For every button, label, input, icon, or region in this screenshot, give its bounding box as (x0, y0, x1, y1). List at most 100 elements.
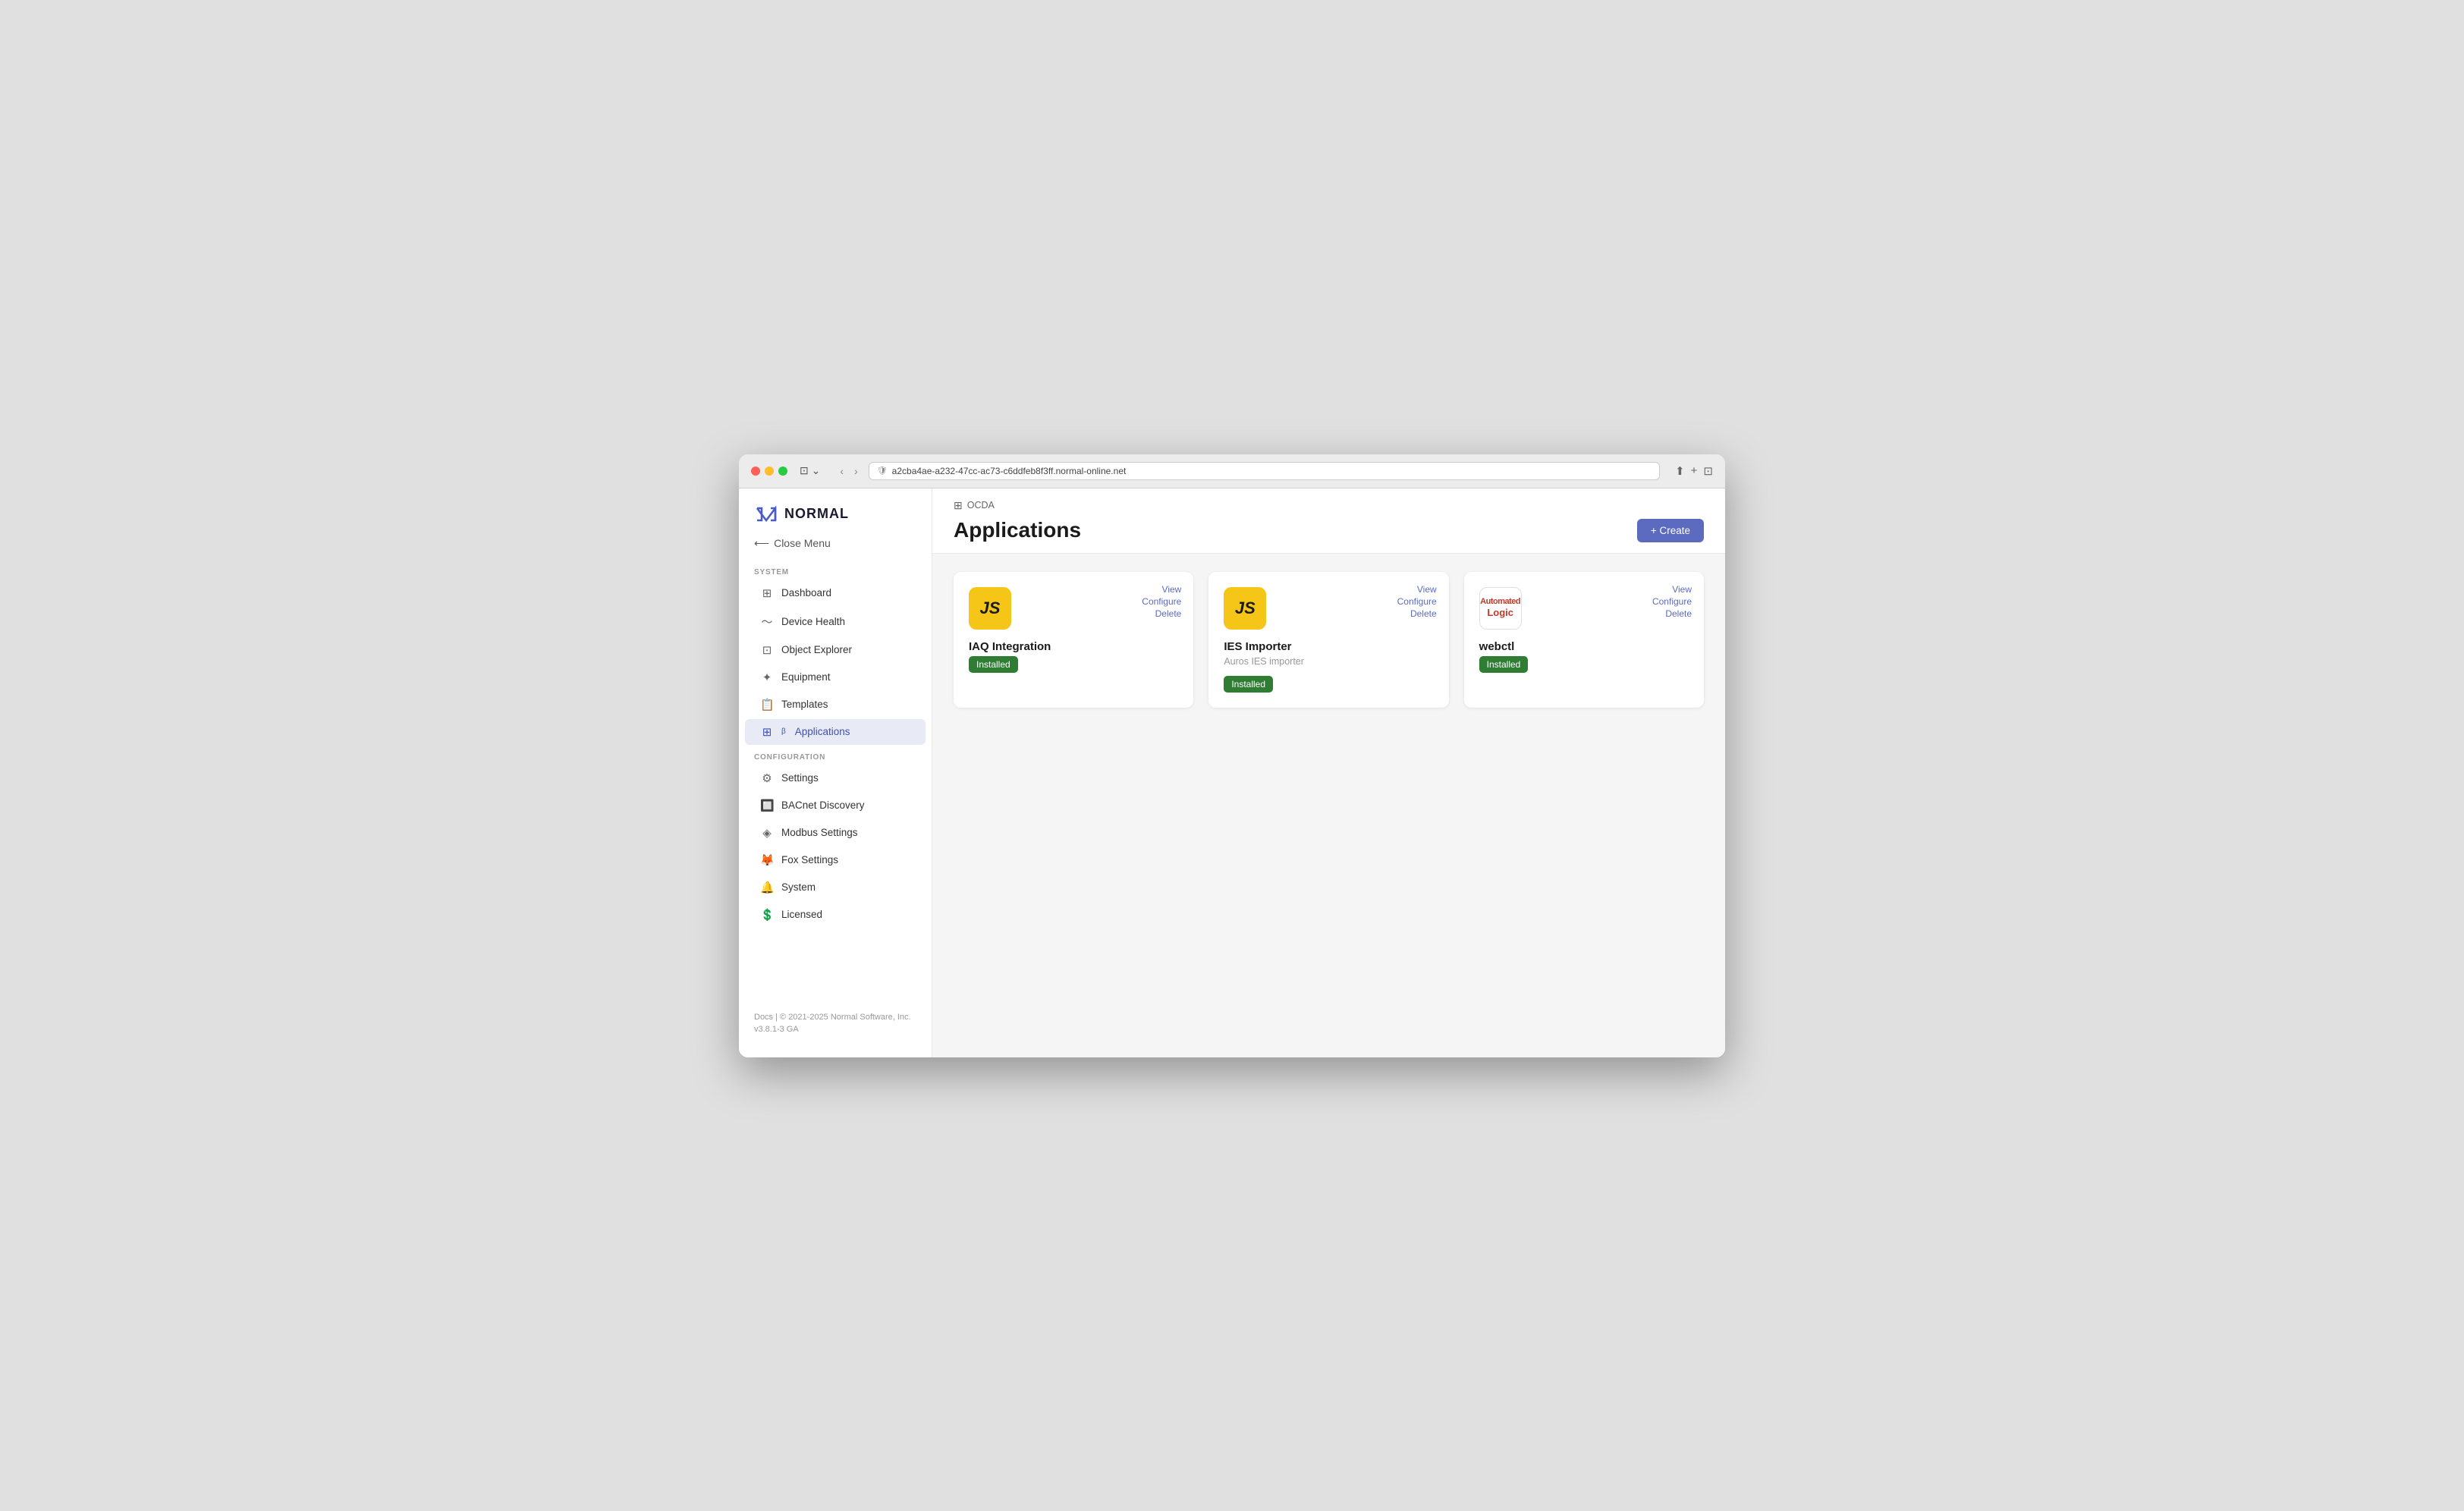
sidebar-toggle-button[interactable]: ⊡ ⌄ (795, 463, 825, 479)
sidebar-item-dashboard[interactable]: ⊞ Dashboard (745, 580, 926, 606)
sidebar-label-templates: Templates (781, 699, 828, 710)
sidebar-item-bacnet-discovery[interactable]: 🔲 BACnet Discovery (745, 793, 926, 818)
sidebar-label-applications: Applications (795, 726, 850, 737)
config-section-label: CONFIGURATION (739, 746, 932, 765)
breadcrumb: ⊞ OCDA (954, 499, 1704, 512)
browser-chrome: ⊡ ⌄ ‹ › 🛡 a2cba4ae-a232-47cc-ac73-c6ddfe… (739, 454, 1725, 488)
sidebar: NORMAL ⟵ Close Menu SYSTEM ⊞ Dashboard 〜… (739, 488, 932, 1057)
sidebar-button[interactable]: ⊡ (1703, 464, 1713, 478)
sidebar-label-equipment: Equipment (781, 671, 831, 683)
sidebar-item-modbus-settings[interactable]: ◈ Modbus Settings (745, 820, 926, 846)
close-menu-icon: ⟵ (754, 537, 769, 550)
app-card-ies: View Configure Delete JS IES Importer Au… (1208, 572, 1448, 708)
close-menu-button[interactable]: ⟵ Close Menu (739, 532, 932, 561)
iaq-delete-link[interactable]: Delete (1155, 608, 1182, 619)
sidebar-label-fox: Fox Settings (781, 854, 838, 865)
logo-text: NORMAL (784, 506, 849, 522)
system-section-label: SYSTEM (739, 561, 932, 580)
sidebar-item-fox-settings[interactable]: 🦊 Fox Settings (745, 847, 926, 873)
webctl-card-actions: View Configure Delete (1652, 584, 1692, 619)
webctl-title: webctl (1479, 640, 1689, 653)
webctl-view-link[interactable]: View (1672, 584, 1692, 595)
sidebar-item-object-explorer[interactable]: ⊡ Object Explorer (745, 637, 926, 663)
iaq-configure-link[interactable]: Configure (1142, 596, 1181, 607)
iaq-logo-text: JS (980, 598, 1001, 618)
create-button[interactable]: + Create (1637, 519, 1704, 542)
iaq-view-link[interactable]: View (1162, 584, 1182, 595)
app-card-iaq: View Configure Delete JS IAQ Integration… (954, 572, 1193, 708)
sidebar-item-settings[interactable]: ⚙ Settings (745, 765, 926, 791)
webctl-delete-link[interactable]: Delete (1665, 608, 1692, 619)
breadcrumb-label: OCDA (967, 500, 995, 510)
apps-grid: View Configure Delete JS IAQ Integration… (932, 554, 1725, 726)
close-menu-label: Close Menu (774, 537, 831, 549)
sidebar-item-equipment[interactable]: ✦ Equipment (745, 664, 926, 690)
equipment-icon: ✦ (760, 671, 774, 684)
webctl-status-badge: Installed (1479, 656, 1529, 673)
ies-view-link[interactable]: View (1417, 584, 1437, 595)
sidebar-label-device-health: Device Health (781, 616, 845, 627)
address-bar[interactable]: 🛡 a2cba4ae-a232-47cc-ac73-c6ddfeb8f3ff.n… (869, 462, 1660, 480)
iaq-card-actions: View Configure Delete (1142, 584, 1181, 619)
object-explorer-icon: ⊡ (760, 643, 774, 657)
breadcrumb-icon: ⊞ (954, 499, 963, 512)
share-button[interactable]: ⬆ (1675, 464, 1685, 478)
sidebar-label-bacnet: BACnet Discovery (781, 799, 865, 811)
iaq-status-badge: Installed (969, 656, 1018, 673)
automated-logic-logo-text: Automated Logic (1480, 597, 1520, 619)
templates-icon: 📋 (760, 698, 774, 712)
page-title: Applications (954, 518, 1081, 542)
sidebar-label-modbus: Modbus Settings (781, 827, 858, 838)
ies-configure-link[interactable]: Configure (1397, 596, 1437, 607)
security-icon: 🛡 (877, 466, 888, 476)
browser-window: ⊡ ⌄ ‹ › 🛡 a2cba4ae-a232-47cc-ac73-c6ddfe… (739, 454, 1725, 1057)
traffic-lights (751, 466, 787, 476)
forward-button[interactable]: › (851, 463, 861, 479)
main-content: ⊞ OCDA Applications + Create View Config… (932, 488, 1725, 1057)
iaq-title: IAQ Integration (969, 640, 1178, 653)
sidebar-logo: NORMAL (739, 488, 932, 532)
main-header: ⊞ OCDA Applications + Create (932, 488, 1725, 554)
sidebar-item-device-health[interactable]: 〜 Device Health (745, 608, 926, 636)
footer-copyright: Docs | © 2021-2025 Normal Software, Inc. (754, 1011, 916, 1024)
main-header-row: Applications + Create (954, 518, 1704, 542)
ies-card-actions: View Configure Delete (1397, 584, 1437, 619)
applications-icon: ⊞ (760, 725, 774, 739)
ies-logo: JS (1224, 587, 1266, 630)
sidebar-label-settings: Settings (781, 772, 819, 784)
dashboard-icon: ⊞ (760, 586, 774, 600)
system-icon: 🔔 (760, 881, 774, 894)
traffic-light-yellow[interactable] (765, 466, 774, 476)
sidebar-item-applications[interactable]: ⊞ β Applications (745, 719, 926, 745)
back-button[interactable]: ‹ (837, 463, 847, 479)
webctl-configure-link[interactable]: Configure (1652, 596, 1692, 607)
ies-delete-link[interactable]: Delete (1410, 608, 1437, 619)
url-text: a2cba4ae-a232-47cc-ac73-c6ddfeb8f3ff.nor… (892, 466, 1127, 476)
licensed-icon: 💲 (760, 908, 774, 922)
sidebar-item-system[interactable]: 🔔 System (745, 875, 926, 900)
fox-icon: 🦊 (760, 853, 774, 867)
bacnet-icon: 🔲 (760, 799, 774, 812)
browser-nav: ‹ › (837, 463, 860, 479)
iaq-logo: JS (969, 587, 1011, 630)
sidebar-label-system: System (781, 881, 816, 893)
traffic-light-red[interactable] (751, 466, 760, 476)
browser-actions: ⬆ + ⊡ (1675, 464, 1713, 478)
sidebar-label-dashboard: Dashboard (781, 587, 831, 598)
app-layout: NORMAL ⟵ Close Menu SYSTEM ⊞ Dashboard 〜… (739, 488, 1725, 1057)
sidebar-label-object-explorer: Object Explorer (781, 644, 852, 655)
new-tab-button[interactable]: + (1691, 464, 1698, 478)
beta-badge: β (781, 727, 786, 736)
device-health-icon: 〜 (760, 614, 774, 630)
webctl-logo: Automated Logic (1479, 587, 1522, 630)
sidebar-item-templates[interactable]: 📋 Templates (745, 692, 926, 718)
ies-logo-text: JS (1235, 598, 1256, 618)
sidebar-label-licensed: Licensed (781, 909, 822, 920)
settings-icon: ⚙ (760, 771, 774, 785)
sidebar-item-licensed[interactable]: 💲 Licensed (745, 902, 926, 928)
traffic-light-green[interactable] (778, 466, 787, 476)
app-card-webctl: View Configure Delete Automated Logic we… (1464, 572, 1704, 708)
ies-title: IES Importer (1224, 640, 1433, 653)
sidebar-footer: Docs | © 2021-2025 Normal Software, Inc.… (739, 1002, 932, 1045)
modbus-icon: ◈ (760, 826, 774, 840)
